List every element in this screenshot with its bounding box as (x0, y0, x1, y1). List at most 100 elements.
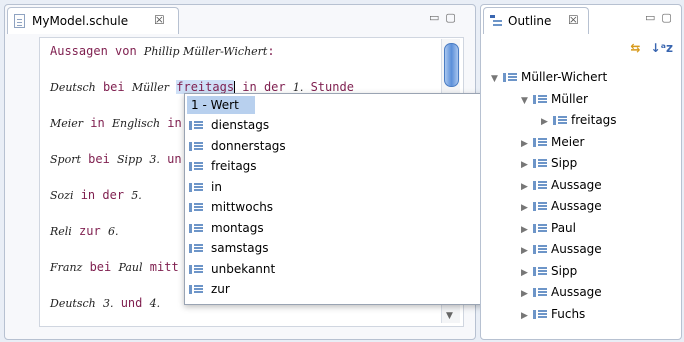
code-token: Phillip Müller-Wichert (143, 45, 268, 58)
close-icon[interactable]: ☒ (568, 13, 579, 27)
list-icon (189, 243, 203, 254)
code-line[interactable]: Franz bei Paul mitt (50, 258, 179, 276)
link-with-editor-icon[interactable]: ⇆ (630, 41, 640, 55)
outline-item-label: Fuchs (551, 306, 586, 321)
code-token: in der (73, 188, 132, 202)
outline-tree-item[interactable]: ▶ Aussage (521, 239, 602, 259)
expand-arrow-icon[interactable]: ▼ (491, 69, 503, 89)
code-token: Stunde (303, 80, 354, 94)
content-assist-item[interactable]: donnerstags (189, 136, 286, 156)
content-assist-item[interactable]: in (189, 177, 222, 197)
outline-tree-item[interactable]: ▶ Paul (521, 218, 576, 238)
code-token: in (83, 116, 112, 130)
sort-alphabetically-icon[interactable]: ↓ᵃz (650, 41, 673, 55)
collapse-arrow-icon[interactable]: ▶ (521, 134, 533, 154)
content-assist-selected-item[interactable]: 1 - Wert (187, 96, 255, 114)
code-token: Müller (131, 81, 170, 94)
outline-tree-item[interactable]: ▶ Aussage (521, 196, 602, 216)
editor-window-controls: ▭▢ (429, 11, 462, 24)
list-icon (553, 115, 567, 126)
content-assist-item[interactable]: freitags (189, 156, 257, 176)
list-icon (189, 141, 203, 152)
content-assist-item-label: in (211, 179, 222, 194)
code-token: in der (235, 80, 293, 94)
outline-tree-item[interactable]: ▼ Müller (521, 89, 588, 109)
content-assist-item[interactable]: zur (189, 279, 230, 299)
outline-tree-item[interactable]: ▶ Sipp (521, 261, 577, 281)
minimize-icon[interactable]: ▭ (429, 11, 445, 24)
code-line[interactable]: Sport bei Sipp 3. un (50, 150, 182, 168)
outline-item-label: Paul (551, 220, 576, 235)
list-icon (189, 182, 203, 193)
code-token: un (159, 152, 182, 166)
outline-tree-item[interactable]: ▶ Fuchs (521, 304, 585, 324)
content-assist-item[interactable]: unbekannt (189, 259, 275, 279)
code-token: 5. (131, 189, 142, 202)
outline-tree-item[interactable]: ▶ freitags (541, 110, 617, 130)
list-icon (189, 202, 203, 213)
outline-tab[interactable]: Outline ☒ (483, 7, 589, 34)
code-token: zur (71, 224, 108, 238)
collapse-arrow-icon[interactable]: ▶ (521, 241, 533, 261)
list-icon (533, 287, 547, 298)
code-line[interactable]: Reli zur 6. (50, 222, 118, 240)
content-assist-item[interactable]: montags (189, 218, 264, 238)
close-icon[interactable]: ☒ (154, 13, 165, 27)
outline-tree-item[interactable]: ▶ Aussage (521, 282, 602, 302)
code-token: mitt (142, 260, 179, 274)
code-token: 3. (102, 297, 114, 310)
code-token: Reli (50, 225, 72, 238)
maximize-icon[interactable]: ▢ (445, 11, 461, 24)
editor-tab-title: MyModel.schule (32, 14, 129, 28)
content-assist-item[interactable]: samstags (189, 238, 268, 258)
maximize-icon[interactable]: ▢ (661, 11, 677, 24)
collapse-arrow-icon[interactable]: ▶ (521, 155, 533, 175)
outline-tree-item[interactable]: ▶ Meier (521, 132, 584, 152)
code-token: 3. (149, 153, 160, 166)
content-assist-popup: 1 - Wert dienstags donnerstags freitags in m… (184, 93, 526, 305)
list-icon (189, 223, 203, 234)
code-line[interactable]: Deutsch 3. und 4. (50, 294, 160, 312)
code-line[interactable]: Meier in Englisch in (50, 114, 182, 132)
outline-tree-item[interactable]: ▶ Aussage (521, 175, 602, 195)
code-token: Deutsch (50, 81, 96, 94)
scroll-down-icon[interactable]: ▼ (446, 311, 453, 321)
outline-item-label: Sipp (551, 156, 578, 170)
scrollbar-thumb[interactable] (444, 43, 459, 87)
collapse-arrow-icon[interactable]: ▶ (521, 177, 533, 197)
expand-arrow-icon[interactable]: ▼ (521, 91, 533, 111)
content-assist-item[interactable]: dienstags (189, 115, 269, 135)
outline-item-label: Aussage (551, 177, 602, 192)
code-token: Sport (50, 153, 81, 166)
outline-item-label: Müller-Wichert (521, 70, 608, 84)
outline-toolbar: ⇆ ↓ᵃz (630, 41, 673, 55)
list-icon (533, 180, 547, 191)
code-token: und (113, 296, 150, 310)
document-icon (14, 14, 25, 28)
collapse-arrow-icon[interactable]: ▶ (521, 284, 533, 304)
outline-tree-item[interactable]: ▶ Sipp (521, 153, 577, 173)
minimize-icon[interactable]: ▭ (645, 11, 661, 24)
list-icon (533, 223, 547, 234)
outline-item-label: Aussage (551, 285, 602, 299)
list-icon (533, 309, 547, 320)
collapse-arrow-icon[interactable]: ▶ (521, 306, 533, 326)
collapse-arrow-icon[interactable]: ▶ (521, 263, 533, 283)
list-icon (533, 244, 547, 255)
content-assist-item-label: donnerstags (211, 138, 286, 153)
collapse-arrow-icon[interactable]: ▶ (541, 112, 553, 132)
code-token: Sipp (117, 153, 143, 166)
content-assist-item[interactable]: mittwochs (189, 197, 273, 217)
code-token: Deutsch (50, 297, 96, 310)
collapse-arrow-icon[interactable]: ▶ (521, 198, 533, 218)
code-line[interactable]: Aussagen von Phillip Müller-Wichert: (50, 42, 275, 60)
collapse-arrow-icon[interactable]: ▶ (521, 220, 533, 240)
code-token: Aussagen von (50, 44, 144, 58)
editor-tab[interactable]: MyModel.schule ☒ (7, 7, 179, 34)
list-icon (533, 158, 547, 169)
list-icon (189, 120, 203, 131)
outline-tree-item[interactable]: ▼ Müller-Wichert (491, 67, 607, 87)
content-assist-item-label: mittwochs (211, 200, 274, 214)
list-icon (533, 137, 547, 148)
code-line[interactable]: Sozi in der 5. (50, 186, 142, 204)
